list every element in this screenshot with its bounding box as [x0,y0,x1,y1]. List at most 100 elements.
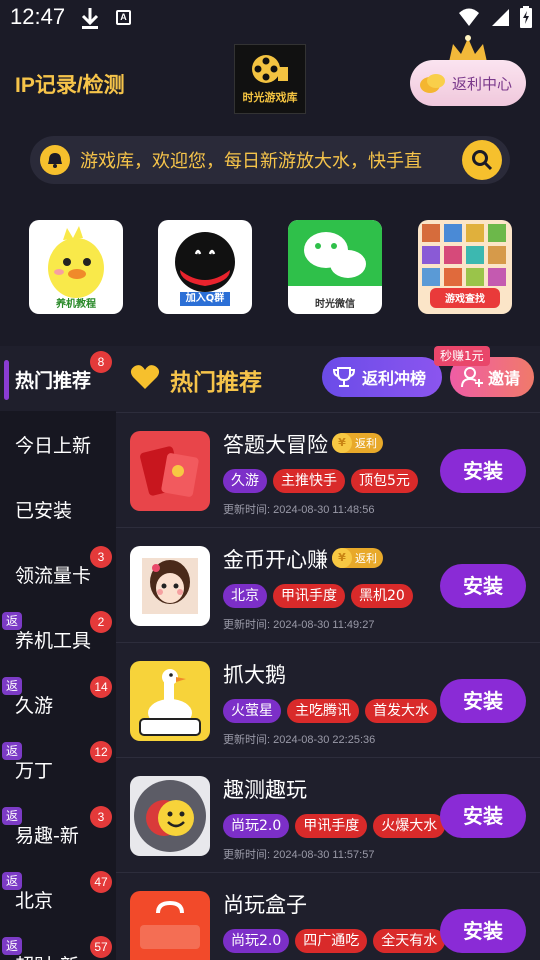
shortcut-tutorial-label: 养机教程 [56,299,96,310]
count-badge: 14 [90,676,112,698]
yuan-coin-icon: ¥ [332,433,352,453]
install-button[interactable]: 安装 [440,909,526,953]
game-tag: 火爆大水 [373,814,446,838]
ip-record-link[interactable]: IP记录/检测 [15,69,125,99]
sidebar-item-label: 今日上新 [15,435,92,457]
game-tags: 久游 主推快手 顶包5元 [223,469,418,493]
sidebar-item-beijing[interactable]: 返 北京 47 [0,866,116,931]
game-name: 趣测趣玩 [223,778,307,802]
shortcut-tutorial[interactable]: 养机教程 [29,220,123,314]
game-tag: 尚玩2.0 [223,814,290,838]
rebate-center-label: 返利中心 [452,75,513,93]
game-row[interactable]: 答题大冒险 ¥ 返利 久游 主推快手 顶包5元 更新时间: 2024-08-30… [116,412,540,527]
game-tags: 北京 甲讯手度 黑机20 [223,584,413,608]
signal-icon [492,9,509,26]
logo-text: 时光游戏库 [242,91,298,104]
shortcut-qq-label: 加入Q群 [185,293,225,304]
add-user-icon [461,367,483,388]
game-name: 答题大冒险 [223,433,328,457]
sidebar-item-label: 北京 [15,890,54,912]
game-row[interactable]: 趣测趣玩 尚玩2.0 甲讯手度 火爆大水 更新时间: 2024-08-30 11… [116,757,540,872]
game-tags: 火萤星 主吃腾讯 首发大水 [223,699,437,723]
sidebar-item-hot[interactable]: 热门推荐 8 [0,346,116,411]
install-button[interactable]: 安装 [440,564,526,608]
sidebar-item-wanding[interactable]: 返 万丁 12 [0,736,116,801]
install-button[interactable]: 安装 [440,794,526,838]
game-tag: 主推快手 [273,469,345,493]
shortcut-qq-group[interactable]: 加入Q群 [158,220,252,314]
game-tag: 北京 [223,584,267,608]
game-name: 金币开心赚 [223,548,328,572]
trophy-icon [332,367,356,387]
update-time: 更新时间: 2024-08-30 11:49:27 [223,619,375,631]
update-time: 更新时间: 2024-08-30 11:57:57 [223,849,375,861]
rebate-badge: ¥ 返利 [332,548,383,568]
count-badge: 3 [90,546,112,568]
sidebar-item-label: 超财-新 [15,951,79,960]
wifi-icon [459,8,479,26]
update-time: 更新时间: 2024-08-30 11:48:56 [223,504,375,516]
install-button[interactable]: 安装 [440,679,526,723]
game-tag: 久游 [223,469,267,493]
game-tags: 尚玩2.0 四广通吃 全天有水 [223,929,446,953]
game-tag: 火萤星 [223,699,281,723]
count-badge: 12 [90,741,112,763]
count-badge: 2 [90,611,112,633]
header: IP记录/检测 时光游戏库 返利中心 游戏库，欢迎您，每日新游放大水，快手直 养… [0,35,540,346]
count-badge: 3 [90,806,112,828]
yuan-coin-icon: ¥ [332,548,352,568]
game-tag: 主吃腾讯 [287,699,359,723]
shortcut-wechat-label: 时光微信 [315,299,355,310]
game-row[interactable]: 尚玩盒子 尚玩2.0 四广通吃 全天有水 安装 [116,872,540,960]
earn-tip-badge: 秒赚1元 [434,346,490,366]
game-row[interactable]: 金币开心赚 ¥ 返利 北京 甲讯手度 黑机20 更新时间: 2024-08-30… [116,527,540,642]
game-tag: 甲讯手度 [295,814,368,838]
rebate-badge-label: 返利 [355,552,377,565]
status-bar: 12:47 A [0,0,540,36]
game-tag: 顶包5元 [351,469,418,493]
font-a-icon: A [116,10,131,25]
red-envelope-icon [130,431,210,511]
smiley-coin-icon [130,776,210,856]
install-button[interactable]: 安装 [440,449,526,493]
invite-label: 邀请 [488,369,521,388]
game-tag: 黑机20 [351,584,413,608]
bell-icon [40,145,70,175]
sidebar-item-label: 热门推荐 [15,370,92,392]
sidebar-item-label: 已安装 [15,500,73,522]
shortcut-game-search-label: 游戏查找 [445,294,485,305]
sidebar-item-label: 养机工具 [15,630,92,652]
sidebar-item-yiqu[interactable]: 返 易趣-新 3 [0,801,116,866]
count-badge: 47 [90,871,112,893]
film-reel-icon [252,55,288,83]
shortcut-wechat[interactable]: 时光微信 [288,220,382,314]
rebate-badge: ¥ 返利 [332,433,383,453]
sidebar-item-tools[interactable]: 返 养机工具 2 [0,606,116,671]
sidebar-item-installed[interactable]: 已安装 [0,476,116,541]
sidebar-item-label: 领流量卡 [15,565,92,587]
count-badge: 57 [90,936,112,958]
search-button[interactable] [462,140,502,180]
rebate-rank-button[interactable]: 返利冲榜 [322,357,442,397]
section-header: 热门推荐 返利冲榜 邀请 秒赚1元 [116,346,540,408]
notice-bar[interactable]: 游戏库，欢迎您，每日新游放大水，快手直 [30,136,510,184]
shortcut-game-search[interactable]: 游戏查找 [418,220,512,314]
rebate-center-button[interactable]: 返利中心 [410,60,526,106]
shortcut-row: 养机教程 加入Q群 时光微信 游戏查找 [0,220,540,314]
shangwan-bag-icon [130,891,210,960]
girl-avatar-icon [130,546,210,626]
download-icon [80,6,100,34]
game-name: 抓大鹅 [223,663,286,687]
search-icon [472,150,493,171]
sidebar-item-new-today[interactable]: 今日上新 [0,411,116,476]
game-tag: 首发大水 [365,699,437,723]
game-row[interactable]: 抓大鹅 火萤星 主吃腾讯 首发大水 更新时间: 2024-08-30 22:25… [116,642,540,757]
rebate-rank-label: 返利冲榜 [362,369,427,388]
sidebar-item-label: 易趣-新 [15,825,79,847]
game-tag: 甲讯手度 [273,584,345,608]
coin-stack-icon [420,74,445,93]
active-indicator [4,360,9,400]
sidebar-item-data-card[interactable]: 领流量卡 3 [0,541,116,606]
sidebar-item-jiuyou[interactable]: 返 久游 14 [0,671,116,736]
sidebar-item-chaocai[interactable]: 返 超财-新 57 [0,931,116,960]
